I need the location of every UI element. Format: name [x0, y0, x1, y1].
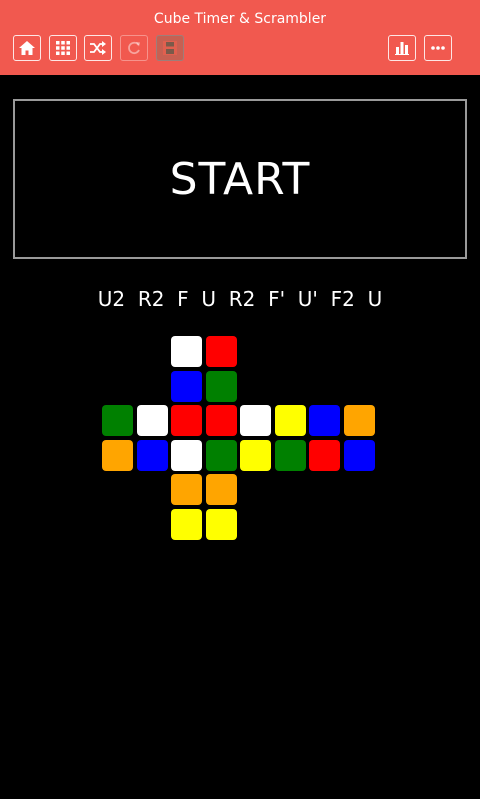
save-icon — [163, 41, 177, 55]
grid-button[interactable] — [49, 35, 77, 61]
home-button[interactable] — [13, 35, 41, 61]
app-header: Cube Timer & Scrambler — [0, 0, 480, 75]
cube-sticker — [205, 405, 237, 436]
cube-sticker — [205, 370, 237, 402]
stats-button[interactable] — [388, 35, 416, 61]
home-icon — [19, 41, 35, 55]
cube-sticker — [343, 439, 375, 471]
refresh-button[interactable] — [120, 35, 148, 61]
cube-sticker — [309, 439, 340, 471]
save-button[interactable] — [156, 35, 184, 61]
cube-sticker — [205, 336, 237, 367]
start-timer-button[interactable]: START — [13, 99, 467, 259]
cube-sticker — [205, 474, 237, 505]
cube-sticker — [171, 439, 202, 471]
bar-chart-icon — [395, 42, 409, 55]
cube-sticker — [343, 405, 375, 436]
cube-sticker — [240, 405, 271, 436]
cube-sticker — [309, 405, 340, 436]
cube-sticker — [102, 439, 133, 471]
more-icon — [431, 46, 445, 50]
cube-sticker — [171, 508, 202, 540]
cube-sticker — [171, 370, 202, 402]
cube-sticker — [274, 405, 306, 436]
cube-sticker — [136, 405, 168, 436]
app-title: Cube Timer & Scrambler — [153, 11, 327, 27]
shuffle-icon — [90, 41, 106, 55]
cube-sticker — [136, 439, 168, 471]
start-label: START — [169, 153, 311, 205]
scramble-sequence: U2 R2 F U R2 F' U' F2 U — [97, 287, 383, 311]
cube-sticker — [171, 474, 202, 505]
cube-sticker — [171, 405, 202, 436]
shuffle-button[interactable] — [84, 35, 112, 61]
refresh-icon — [128, 41, 140, 55]
grid-icon — [56, 41, 70, 55]
cube-sticker — [102, 405, 133, 436]
more-button[interactable] — [424, 35, 452, 61]
cube-sticker — [205, 508, 237, 540]
cube-sticker — [205, 439, 237, 471]
cube-sticker — [274, 439, 306, 471]
cube-sticker — [240, 439, 271, 471]
cube-sticker — [171, 336, 202, 367]
